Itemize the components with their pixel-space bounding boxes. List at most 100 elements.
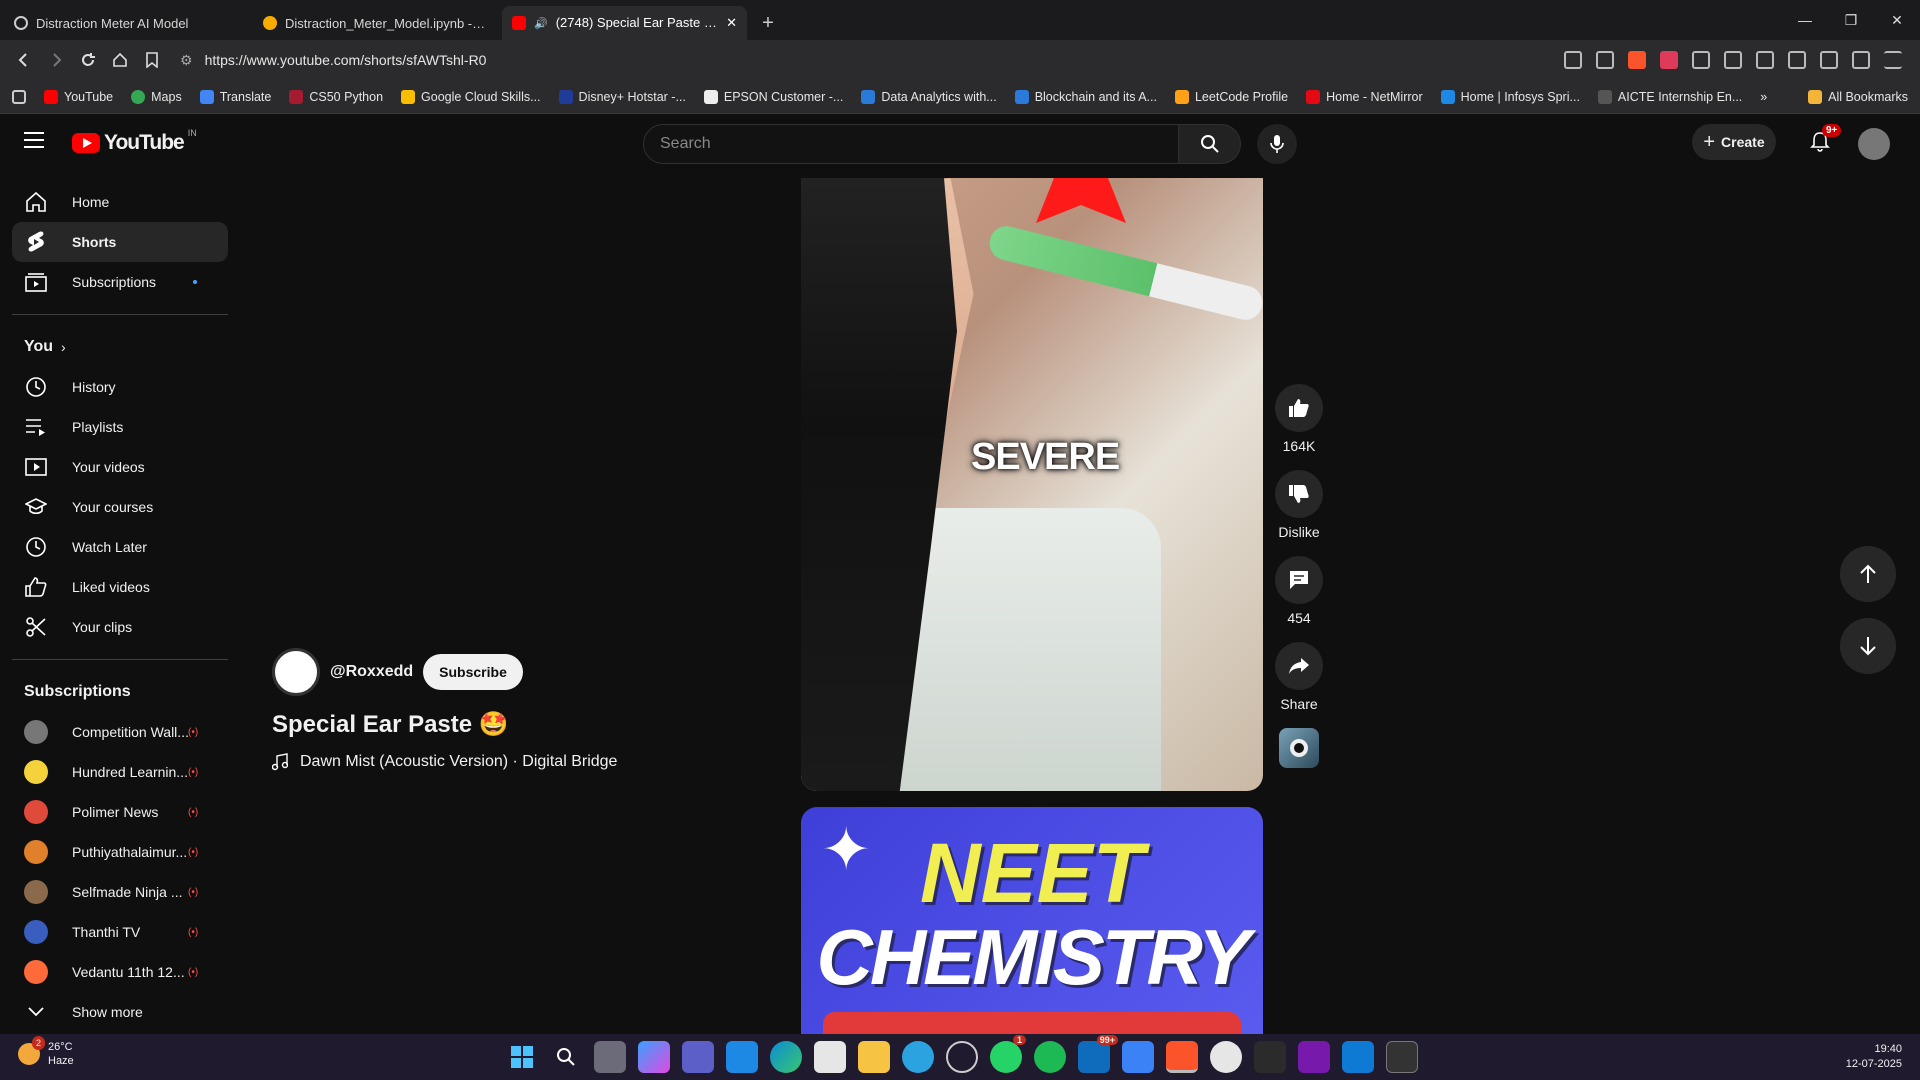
subscription-channel[interactable]: Hundred Learnin... (•) (12, 752, 228, 792)
url-field[interactable]: ⚙ https://www.youtube.com/shorts/sfAWTsh… (180, 45, 1520, 75)
weather-widget[interactable]: 2 26°C Haze (18, 1036, 74, 1068)
subscription-channel[interactable]: Selfmade Ninja ... (•) (12, 872, 228, 912)
vscode-icon[interactable] (1342, 1041, 1374, 1073)
whatsapp-icon[interactable]: 1 (990, 1035, 1026, 1073)
comments-button[interactable] (1275, 556, 1323, 604)
brave-shields-icon[interactable] (1628, 51, 1646, 69)
music-link[interactable]: Dawn Mist (Acoustic Version) · Digital B… (272, 753, 617, 771)
like-button[interactable] (1275, 384, 1323, 432)
restore-button[interactable]: ❐ (1828, 0, 1874, 40)
home-icon[interactable] (104, 44, 136, 76)
share-icon[interactable] (1596, 51, 1614, 69)
bookmark-epson[interactable]: EPSON Customer -... (703, 89, 843, 104)
media-icon[interactable] (1724, 51, 1742, 69)
bookmark-hotstar[interactable]: Disney+ Hotstar -... (558, 89, 686, 104)
sidebar-item-your-videos[interactable]: Your videos (12, 447, 228, 487)
search-button[interactable] (1179, 124, 1241, 164)
subscription-channel[interactable]: Thanthi TV (•) (12, 912, 228, 952)
next-short-preview[interactable]: ✦ NEET CHEMISTRY (801, 807, 1263, 1036)
sidebar-icon[interactable] (1756, 51, 1774, 69)
adobe-icon[interactable] (1254, 1041, 1286, 1073)
bookmark-maps[interactable]: Maps (131, 89, 182, 104)
bookmark-youtube[interactable]: YouTube (44, 89, 113, 104)
voice-search-button[interactable] (1257, 124, 1297, 164)
cast-icon[interactable] (1564, 51, 1582, 69)
sidebar-item-your-courses[interactable]: Your courses (12, 487, 228, 527)
minimize-button[interactable]: — (1782, 0, 1828, 40)
extensions-icon[interactable] (1692, 51, 1710, 69)
notifications-button[interactable]: 9+ (1804, 124, 1842, 158)
microsoft-store-icon[interactable] (814, 1041, 846, 1073)
site-settings-icon[interactable]: ⚙ (180, 52, 193, 69)
subscription-channel[interactable]: Polimer News (•) (12, 792, 228, 832)
bookmark-leetcode[interactable]: LeetCode Profile (1174, 89, 1288, 104)
back-icon[interactable] (8, 44, 40, 76)
tab-distraction-meter[interactable]: Distraction Meter AI Model (4, 6, 249, 40)
media-player-icon[interactable] (946, 1041, 978, 1073)
mail-icon[interactable]: 99+ (1078, 1035, 1118, 1073)
leo-ai-icon[interactable] (1820, 51, 1838, 69)
apps-icon[interactable] (12, 89, 26, 104)
file-explorer-icon[interactable] (858, 1041, 890, 1073)
todo-icon[interactable] (1122, 1041, 1154, 1073)
dislike-button[interactable] (1275, 470, 1323, 518)
sidebar-item-liked-videos[interactable]: Liked videos (12, 567, 228, 607)
youtube-logo[interactable]: YouTube IN (72, 128, 197, 155)
teams-icon[interactable] (682, 1041, 714, 1073)
terminal-icon[interactable] (1386, 1041, 1418, 1073)
forward-icon[interactable] (40, 44, 72, 76)
close-window-button[interactable]: ✕ (1874, 0, 1920, 40)
wallet-icon[interactable] (1788, 51, 1806, 69)
channel-avatar[interactable] (272, 648, 320, 696)
channel-name[interactable]: @Roxxedd (330, 663, 413, 681)
sidebar-item-playlists[interactable]: Playlists (12, 407, 228, 447)
bookmark-translate[interactable]: Translate (199, 89, 271, 104)
bookmark-aicte[interactable]: AICTE Internship En... (1597, 89, 1742, 104)
subscription-channel[interactable]: Competition Wall... (•) (12, 712, 228, 752)
speaker-icon[interactable]: 🔊 (534, 17, 548, 30)
sidebar-item-subscriptions[interactable]: Subscriptions (12, 262, 228, 302)
system-clock[interactable]: 19:40 12-07-2025 (1846, 1042, 1902, 1072)
shorts-video-player[interactable]: SEVERE (801, 178, 1263, 791)
all-bookmarks[interactable]: All Bookmarks (1808, 89, 1908, 104)
copilot-icon[interactable] (638, 1041, 670, 1073)
account-avatar[interactable] (1858, 128, 1890, 160)
reload-icon[interactable] (72, 44, 104, 76)
onenote-icon[interactable] (1298, 1041, 1330, 1073)
subscribe-button[interactable]: Subscribe (423, 654, 523, 690)
brave-rewards-icon[interactable] (1660, 51, 1678, 69)
tab-youtube-short[interactable]: 🔊 (2748) Special Ear Paste 🤩 - ✕ (502, 6, 747, 40)
subscription-channel[interactable]: Puthiyathalaimur... (•) (12, 832, 228, 872)
bookmark-cs50[interactable]: CS50 Python (289, 89, 383, 104)
new-tab-button[interactable]: + (753, 8, 783, 38)
you-section-header[interactable]: You › (12, 327, 228, 367)
sidebar-item-shorts[interactable]: Shorts (12, 222, 228, 262)
chatgpt-icon[interactable] (1210, 1041, 1242, 1073)
vpn-icon[interactable] (1852, 51, 1870, 69)
more-bookmarks-icon[interactable]: » (1760, 90, 1767, 104)
subscription-channel[interactable]: Vedantu 11th 12... (•) (12, 952, 228, 992)
bookmark-blockchain[interactable]: Blockchain and its A... (1014, 89, 1157, 104)
telegram-icon[interactable] (902, 1041, 934, 1073)
create-button[interactable]: + Create (1692, 124, 1776, 160)
share-button[interactable] (1275, 642, 1323, 690)
search-input[interactable]: Search (643, 124, 1179, 164)
sidebar-item-watch-later[interactable]: Watch Later (12, 527, 228, 567)
next-short-button[interactable] (1840, 618, 1896, 674)
bookmark-netmirror[interactable]: Home - NetMirror (1306, 89, 1423, 104)
tab-colab[interactable]: Distraction_Meter_Model.ipynb - Col (253, 6, 498, 40)
spotify-icon[interactable] (1034, 1041, 1066, 1073)
task-view-icon[interactable] (594, 1041, 626, 1073)
bookmark-data-analytics[interactable]: Data Analytics with... (861, 89, 997, 104)
store-widget-icon[interactable] (726, 1041, 758, 1073)
start-icon[interactable] (506, 1041, 538, 1073)
menu-icon[interactable] (1884, 51, 1902, 69)
sidebar-item-history[interactable]: History (12, 367, 228, 407)
sidebar-item-your-clips[interactable]: Your clips (12, 607, 228, 647)
brave-browser-icon[interactable] (1166, 1041, 1198, 1073)
sound-thumbnail-button[interactable] (1279, 728, 1319, 768)
video-title[interactable]: Special Ear Paste 🤩 (272, 710, 617, 739)
close-tab-icon[interactable]: ✕ (726, 15, 737, 31)
edge-icon[interactable] (770, 1041, 802, 1073)
bookmark-infosys[interactable]: Home | Infosys Spri... (1440, 89, 1580, 104)
